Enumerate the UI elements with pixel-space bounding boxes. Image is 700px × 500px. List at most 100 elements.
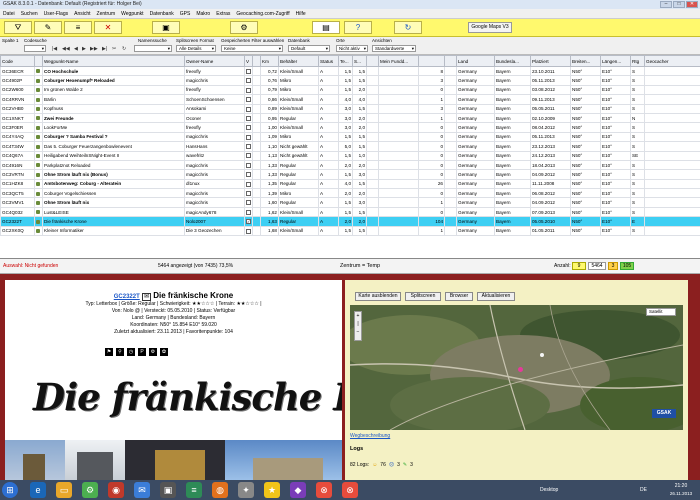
app-icon-2[interactable]: ◉ — [108, 482, 124, 498]
codesuche-input[interactable] — [24, 45, 46, 52]
refresh-button[interactable]: Aktualisieren — [477, 292, 515, 301]
column-header[interactable]: Code — [0, 55, 35, 67]
column-header[interactable]: Platziert — [530, 55, 571, 67]
refresh-icon[interactable]: ↻ — [122, 46, 126, 52]
menu-item[interactable]: Extras — [216, 9, 230, 18]
column-header[interactable] — [34, 55, 43, 67]
satellite-map[interactable]: Satellit + | − GSAK — [350, 305, 683, 430]
column-header[interactable]: Mein Fundd... — [378, 55, 419, 67]
row-checkbox[interactable] — [246, 172, 251, 178]
app-icon-6[interactable]: ✦ — [238, 482, 254, 498]
row-checkbox[interactable] — [246, 219, 251, 225]
table-row[interactable]: GC2W600 Im grünen Walde 2 freexfly 0,79 Mikr… — [0, 84, 700, 96]
row-checkbox[interactable] — [246, 162, 251, 168]
splitscreen-select[interactable]: Alle Details — [176, 45, 216, 52]
column-header[interactable]: Te... — [338, 55, 353, 67]
gps-icon-button[interactable]: ▣ — [152, 21, 180, 34]
column-header[interactable]: Owner-Name — [184, 55, 245, 67]
table-row[interactable]: GC4Q67A Heiligabend WeihteilnSNight-Event… — [0, 150, 700, 161]
row-checkbox[interactable] — [246, 209, 251, 215]
table-row[interactable]: GC1HZK8 Amtsbotenweg: Coburg - Alteratein… — [0, 178, 700, 190]
google-maps-button[interactable]: Google Maps V3 — [468, 22, 512, 33]
table-row[interactable]: GC2VHB0 Kopfnuss Ansokami 0,89 Klein/Small A 3… — [0, 103, 700, 114]
browser-button[interactable]: Browser — [445, 292, 473, 301]
row-checkbox[interactable] — [246, 228, 251, 234]
column-header[interactable]: Wegpunkt-Name — [42, 55, 185, 67]
menu-item[interactable]: Ansicht — [74, 9, 90, 18]
app-icon-8[interactable]: ◆ — [290, 482, 306, 498]
table-row[interactable]: GC4Q032 Lust&LEISE magicAndy678 1,62 Klein/S… — [0, 206, 700, 218]
row-checkbox[interactable] — [246, 191, 251, 197]
row-checkbox[interactable] — [246, 68, 251, 74]
desktop-label[interactable]: Desktop — [540, 487, 558, 493]
app-icon-5[interactable]: ≡ — [186, 482, 202, 498]
directions-link[interactable]: Wegbeschreibung — [350, 433, 390, 439]
table-row[interactable]: GC4RRVN Bärlin SchoenSchoensen 0,86 Klein/Sm… — [0, 94, 700, 105]
table-row[interactable]: GC3VRTN Ohne Strom läuft nix (Bonus) magic… — [0, 169, 700, 180]
table-row[interactable]: GC36ECR CO Hochschule freexfly 0,72 Klein/Sm… — [0, 65, 700, 77]
row-checkbox[interactable] — [246, 153, 251, 159]
ie-icon[interactable]: e — [30, 482, 46, 498]
row-checkbox[interactable] — [246, 87, 251, 93]
table-row[interactable]: GC3F0ER LookForMe freexfly 1,00 Klein/Small A… — [0, 122, 700, 133]
macro-icon-button[interactable]: ⚙ — [230, 21, 258, 34]
row-checkbox[interactable] — [246, 78, 251, 84]
table-row[interactable]: GC2322T Die fränkische KroneNolo2007 1,63R… — [0, 216, 700, 227]
menu-item[interactable]: Makro — [196, 9, 210, 18]
table-row[interactable]: GC4916N Parkplatznot Reloaded magicchris 1,… — [0, 159, 700, 171]
firefox-icon[interactable]: ◍ — [212, 482, 228, 498]
cache-code-link[interactable]: GC2322T — [114, 294, 140, 300]
table-row[interactable]: GC1XNKT Zwei Freunde Oconer 0,95 Regular A 3,0… — [0, 112, 700, 124]
column-header[interactable] — [252, 55, 261, 67]
table-row[interactable]: GC4902P Coburger Hexenumpf* Reloaded magic… — [0, 75, 700, 86]
column-header[interactable]: Behälter — [278, 55, 319, 67]
cache-marker-icon[interactable] — [518, 367, 523, 372]
table-row[interactable]: GC4T34W Das 5. Coburger Feuerzangenbowlen… — [0, 141, 700, 152]
row-checkbox[interactable] — [246, 106, 251, 112]
edit-icon-button[interactable]: ✎ — [34, 21, 62, 34]
datenbank-select[interactable]: Default — [288, 45, 330, 52]
menu-item[interactable]: Datenbank — [150, 9, 174, 18]
grid-icon-button[interactable]: ▤ — [312, 21, 340, 34]
column-header[interactable]: Rtg — [630, 55, 645, 67]
column-header[interactable] — [444, 55, 457, 67]
nav-last-icon[interactable]: ▶| — [102, 46, 107, 52]
menu-item[interactable]: User-Flags — [44, 9, 68, 18]
nav-back-icon[interactable]: ◀ — [74, 46, 78, 52]
app-icon-4[interactable]: ▣ — [160, 482, 176, 498]
row-checkbox[interactable] — [246, 125, 251, 131]
app-icon-3[interactable]: ✉ — [134, 482, 150, 498]
zoom-control[interactable]: + | − — [354, 311, 362, 341]
maximize-button[interactable]: □ — [673, 1, 685, 8]
column-header[interactable] — [418, 55, 445, 67]
row-checkbox[interactable] — [246, 115, 251, 121]
close-button[interactable]: ✕ — [686, 1, 698, 8]
app-icon-1[interactable]: ⚙ — [82, 482, 98, 498]
column-header[interactable]: Status — [318, 55, 339, 67]
column-header[interactable]: Geocacher — [644, 55, 700, 67]
menu-item[interactable]: Geocaching.com-Zugriff — [236, 9, 289, 18]
column-header[interactable]: Breiten... — [570, 55, 601, 67]
language-indicator[interactable]: DE — [640, 487, 647, 493]
menu-item[interactable]: GPS — [180, 9, 191, 18]
column-header[interactable] — [366, 55, 379, 67]
table-row[interactable]: GC3VMV1 Ohne Strom läuft nix magicchris 1,6… — [0, 197, 700, 208]
row-checkbox[interactable] — [246, 200, 251, 206]
location-marker-icon[interactable] — [540, 353, 544, 357]
column-header[interactable]: S... — [352, 55, 367, 67]
column-header[interactable]: V — [244, 55, 253, 67]
app-icon-7[interactable]: ★ — [264, 482, 280, 498]
minimize-button[interactable]: – — [660, 1, 672, 8]
nav-next-icon[interactable]: ▶▶ — [90, 46, 98, 52]
menu-item[interactable]: Suchen — [21, 9, 38, 18]
menu-item[interactable]: Wegpunkt — [121, 9, 143, 18]
eraser-icon[interactable]: ✂ — [112, 46, 116, 52]
filter-select[interactable]: Keine — [221, 45, 283, 52]
menu-item[interactable]: Hilfe — [296, 9, 306, 18]
start-button-icon[interactable]: ⊞ — [2, 482, 18, 498]
nav-forward-icon[interactable]: ▶ — [82, 46, 86, 52]
table-row[interactable]: GC3QCT5 Coburger Vogelschiessen magicchris… — [0, 188, 700, 199]
row-checkbox[interactable] — [246, 97, 251, 103]
column-header[interactable]: Km — [260, 55, 279, 67]
gsak-task-icon-1[interactable]: ⊗ — [316, 482, 332, 498]
